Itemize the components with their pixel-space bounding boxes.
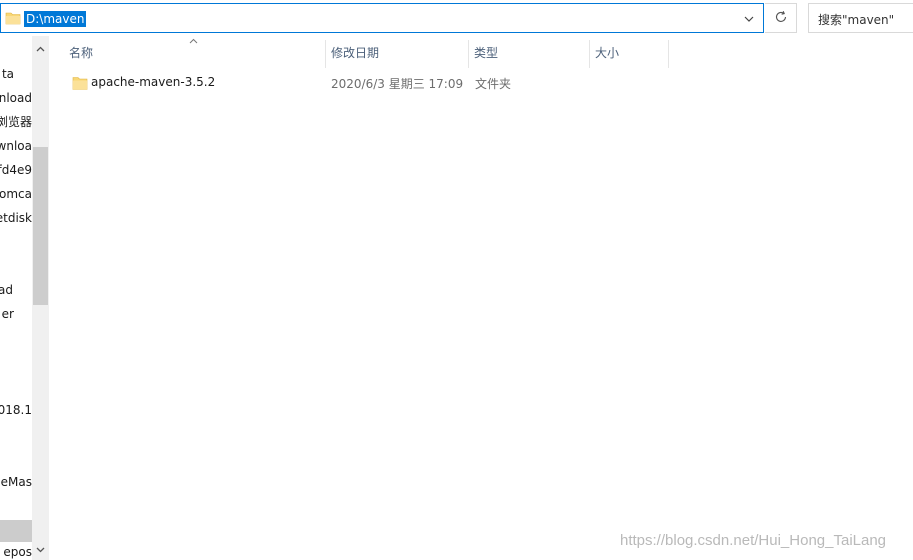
navigation-pane: ta nload 浏览器 wnloa fd4e9 omca etdisk ad … (0, 36, 49, 560)
folder-icon (5, 10, 21, 26)
folder-icon (72, 75, 88, 91)
nav-item[interactable]: epos (0, 542, 32, 560)
column-header-name[interactable]: 名称 (63, 36, 325, 70)
chevron-down-icon[interactable] (739, 10, 759, 28)
search-input[interactable]: 搜索"maven" (808, 3, 913, 33)
nav-item[interactable]: etdisk (0, 208, 32, 228)
column-header-date-modified[interactable]: 修改日期 (325, 36, 468, 70)
refresh-icon (774, 9, 788, 28)
nav-item[interactable]: 2018.1 (0, 400, 32, 420)
watermark-text: https://blog.csdn.net/Hui_Hong_TaiLang (620, 532, 887, 549)
nav-item[interactable]: ta (0, 64, 32, 84)
address-bar[interactable]: D:\maven (0, 3, 764, 33)
nav-item[interactable]: nload (0, 88, 32, 108)
address-path[interactable]: D:\maven (24, 11, 87, 27)
address-toolbar: D:\maven 搜索"maven" (0, 0, 913, 36)
nav-item[interactable]: fd4e9 (0, 160, 32, 180)
search-placeholder: 搜索"maven" (818, 13, 895, 27)
refresh-button[interactable] (765, 3, 797, 33)
chevron-up-icon[interactable] (32, 40, 48, 57)
nav-selected-highlight (0, 520, 32, 542)
file-list-item[interactable]: apache-maven-3.5.2 2020/6/3 星期三 17:09 文件… (64, 72, 664, 94)
file-name: apache-maven-3.5.2 (91, 75, 216, 89)
nav-scrollbar[interactable] (32, 36, 48, 560)
file-type: 文件夹 (475, 77, 512, 91)
column-header-size[interactable]: 大小 (589, 36, 669, 70)
nav-scrollbar-thumb[interactable] (33, 147, 48, 305)
nav-item[interactable]: 浏览器 (0, 112, 32, 132)
nav-item[interactable]: omca (0, 184, 32, 204)
column-headers: 名称 修改日期 类型 大小 (49, 36, 913, 70)
column-divider[interactable] (668, 40, 669, 68)
column-header-type[interactable]: 类型 (468, 36, 589, 70)
nav-item[interactable]: ad (0, 280, 32, 300)
chevron-down-icon[interactable] (32, 541, 48, 558)
nav-item[interactable]: neMas (0, 472, 32, 492)
file-date-modified: 2020/6/3 星期三 17:09 (331, 77, 464, 91)
nav-item[interactable]: er (0, 304, 32, 324)
nav-item[interactable]: wnloa (0, 136, 32, 156)
